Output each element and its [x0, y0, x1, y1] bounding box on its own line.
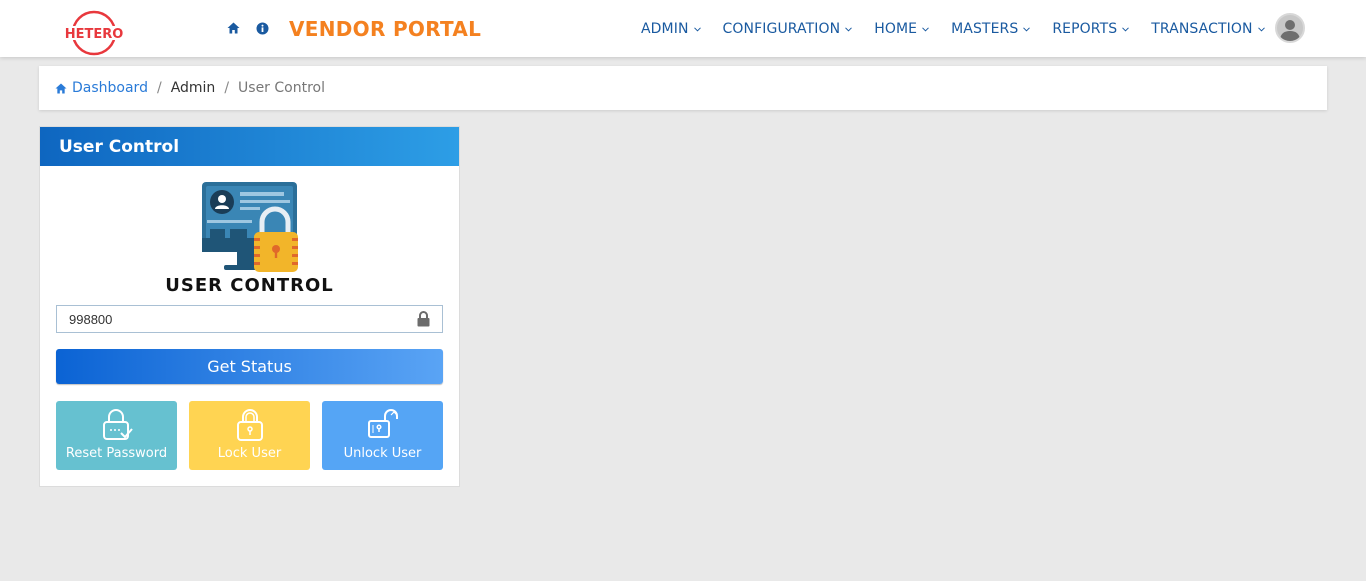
hetero-logo[interactable]: HETERO [62, 9, 126, 57]
top-navbar: HETERO VENDOR PORTAL ADMIN CONFIGURATION… [0, 0, 1366, 57]
menu-admin-label: ADMIN [641, 20, 689, 37]
reset-password-icon [100, 408, 134, 442]
portal-title: VENDOR PORTAL [289, 17, 482, 41]
reset-password-label: Reset Password [65, 446, 168, 461]
breadcrumb-admin: Admin [170, 80, 216, 96]
chevron-down-icon [1023, 26, 1031, 32]
menu-configuration-label: CONFIGURATION [722, 20, 841, 37]
reset-password-button[interactable]: Reset Password [56, 401, 177, 470]
menu-reports-label: REPORTS [1052, 20, 1118, 37]
menu-transaction-label: TRANSACTION [1151, 20, 1253, 37]
user-lock-illustration [202, 182, 300, 276]
chevron-down-icon [1122, 26, 1130, 32]
menu-transaction[interactable]: TRANSACTION [1140, 21, 1275, 37]
chevron-down-icon [1257, 26, 1265, 32]
user-control-card: User Control USER CONTROL 998800 Get Sta… [39, 126, 460, 487]
chevron-down-icon [922, 26, 929, 32]
menu-home-label: HOME [874, 20, 918, 37]
unlock-user-button[interactable]: Unlock User [322, 401, 443, 470]
lock-icon [235, 408, 265, 442]
section-title: USER CONTROL [165, 275, 334, 296]
lock-user-label: Lock User [217, 446, 282, 461]
user-avatar[interactable] [1275, 13, 1305, 43]
menu-masters[interactable]: MASTERS [940, 21, 1041, 37]
card-header: User Control [40, 127, 459, 166]
breadcrumb-current: User Control [238, 80, 325, 96]
menu-admin[interactable]: ADMIN [630, 21, 712, 37]
menu-home[interactable]: HOME [863, 21, 940, 37]
svg-text:HETERO: HETERO [65, 27, 124, 42]
lock-user-button[interactable]: Lock User [189, 401, 310, 470]
menu-configuration[interactable]: CONFIGURATION [712, 21, 864, 37]
unlock-user-label: Unlock User [343, 446, 422, 461]
breadcrumb-separator: / [224, 80, 230, 96]
menu-reports[interactable]: REPORTS [1041, 21, 1140, 37]
main-menu: ADMIN CONFIGURATION HOME MASTERS REPORTS… [630, 0, 1276, 57]
home-icon[interactable] [226, 21, 240, 35]
info-icon[interactable] [255, 21, 269, 35]
chevron-down-icon [693, 26, 701, 32]
breadcrumb-dashboard-label: Dashboard [72, 80, 148, 96]
menu-masters-label: MASTERS [951, 20, 1019, 37]
breadcrumb-dashboard[interactable]: Dashboard [55, 80, 148, 96]
chevron-down-icon [845, 26, 853, 32]
breadcrumb-separator: / [156, 80, 162, 96]
get-status-button[interactable]: Get Status [56, 349, 443, 384]
breadcrumb: Dashboard / Admin / User Control [39, 66, 1327, 110]
user-id-input[interactable] [57, 306, 442, 332]
home-icon [55, 82, 67, 94]
unlock-icon [366, 408, 400, 442]
user-id-field [56, 305, 443, 333]
lock-icon [417, 311, 430, 327]
